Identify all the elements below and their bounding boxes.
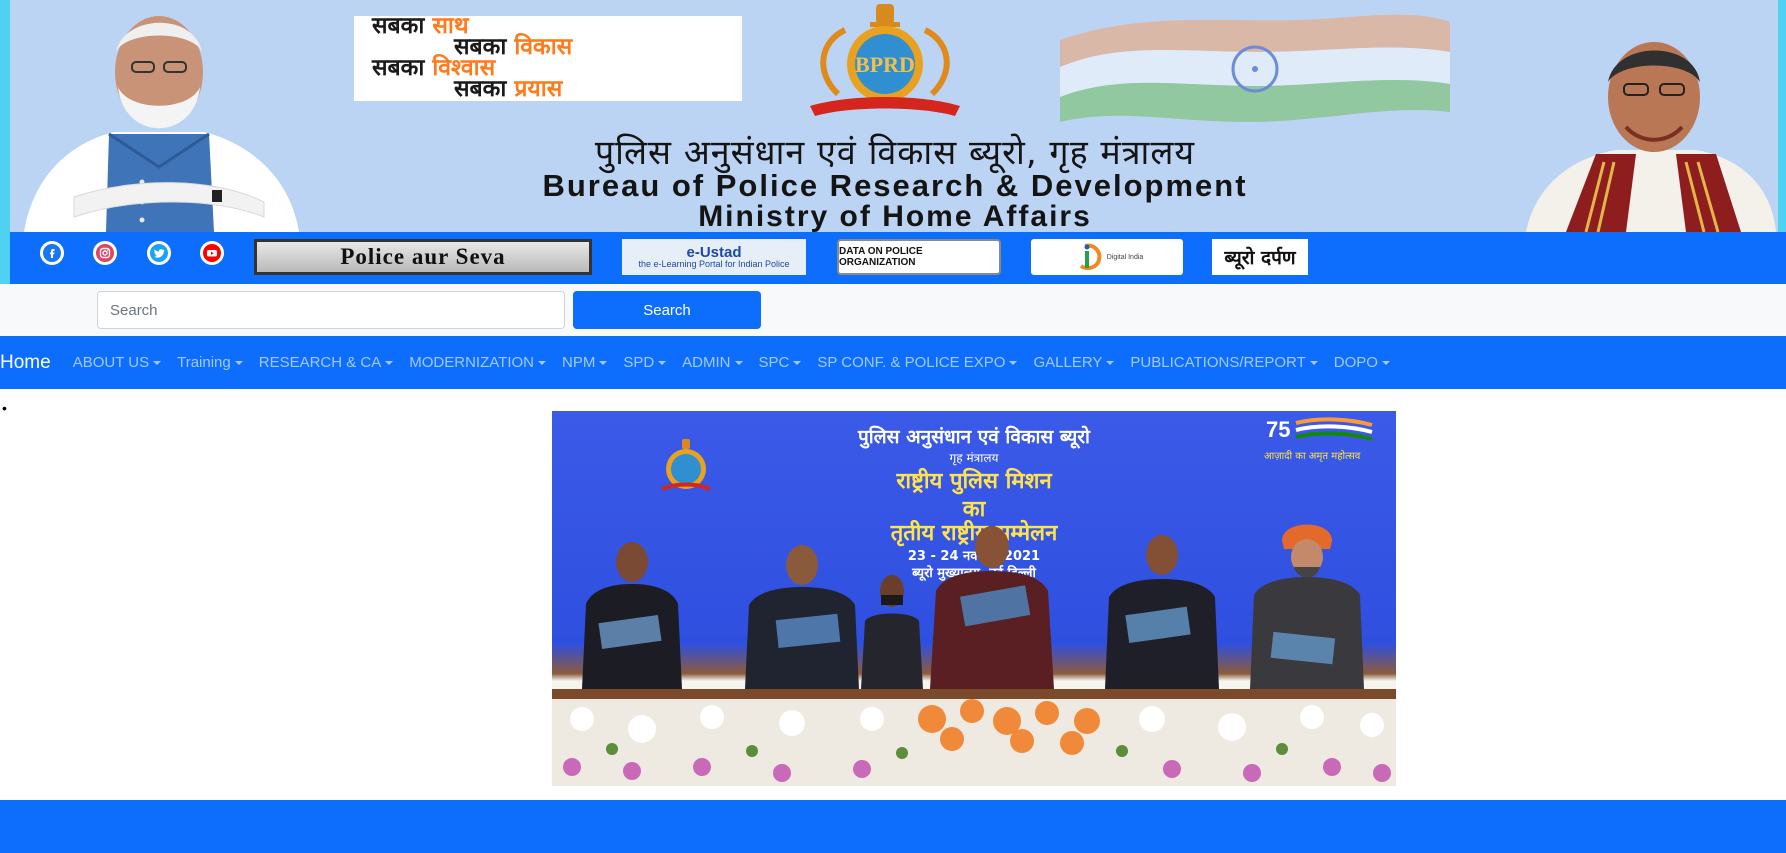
azadi-ka-amrit-mahotsav-logo: 75 आज़ादी का अमृत महोत्सव xyxy=(1264,417,1373,462)
caret-down-icon xyxy=(599,360,608,365)
nav-sp-conf-police-expo[interactable]: SP CONF. & POLICE EXPO xyxy=(817,354,1018,371)
nav-research-ca[interactable]: RESEARCH & CA xyxy=(259,354,394,371)
slogan-l2b: विकास xyxy=(514,34,573,60)
caret-down-icon xyxy=(1309,360,1318,365)
person-figure xyxy=(930,526,1054,689)
facebook-icon[interactable] xyxy=(40,241,64,265)
list-bullet: • xyxy=(2,400,7,416)
nav-npm-label: NPM xyxy=(561,354,596,371)
nav-sp-conf-label: SP CONF. & POLICE EXPO xyxy=(817,354,1006,371)
caret-down-icon xyxy=(734,360,743,365)
slogan-l4b: प्रयास xyxy=(514,76,563,102)
nav-research-ca-label: RESEARCH & CA xyxy=(258,354,382,371)
emblem-text: BPRD xyxy=(855,52,915,77)
search-input[interactable] xyxy=(97,291,565,329)
twitter-icon[interactable] xyxy=(147,241,171,265)
bprd-emblem-logo: BPRD xyxy=(810,4,960,116)
azadi-text: आज़ादी का अमृत महोत्सव xyxy=(1264,450,1361,462)
page: सबका साथ सबका विकास सबका विश्वास सबका प्… xyxy=(0,0,1786,853)
nav-publications-label: PUBLICATIONS/REPORT xyxy=(1130,354,1306,371)
nav-gallery[interactable]: GALLERY xyxy=(1033,354,1115,371)
caret-down-icon xyxy=(1381,360,1390,365)
header-banner: सबका साथ सबका विकास सबका विश्वास सबका प्… xyxy=(0,0,1786,232)
slogan-l3a: सबका xyxy=(372,55,433,81)
nav-npm[interactable]: NPM xyxy=(561,354,608,371)
digital-india-logo-icon xyxy=(1079,243,1102,270)
photo-heading-line3: राष्ट्रीय पुलिस मिशन xyxy=(896,469,1052,494)
bureau-darpan-link[interactable]: ब्यूरो दर्पण xyxy=(1212,239,1308,275)
nav-spc[interactable]: SPC xyxy=(759,354,802,371)
nav-about-us-label: ABOUT US xyxy=(72,354,150,371)
nav-modernization-label: MODERNIZATION xyxy=(409,354,534,371)
digital-india-link[interactable]: Digital India xyxy=(1031,239,1183,275)
main-navbar: Home ABOUT US Training RESEARCH & CA MOD… xyxy=(0,336,1786,389)
nav-dopo[interactable]: DOPO xyxy=(1334,354,1390,371)
title-english-line2: Ministry of Home Affairs xyxy=(698,200,1092,232)
nav-training[interactable]: Training xyxy=(177,354,243,371)
nav-modernization[interactable]: MODERNIZATION xyxy=(409,354,546,371)
search-button[interactable]: Search xyxy=(573,291,761,329)
caret-down-icon xyxy=(1009,360,1018,365)
nav-home[interactable]: Home xyxy=(0,352,51,374)
data-on-police-organization-link[interactable]: DATA ON POLICE ORGANIZATION xyxy=(837,239,1001,275)
slogan-l1a: सबका xyxy=(372,13,433,39)
person-figure xyxy=(1105,535,1219,689)
caret-down-icon xyxy=(1106,360,1115,365)
caret-down-icon xyxy=(537,360,546,365)
slogan-panel: सबका साथ सबका विकास सबका विश्वास सबका प्… xyxy=(354,13,742,102)
person-figure xyxy=(582,542,682,689)
e-ustad-subtitle: the e-Learning Portal for Indian Police xyxy=(638,259,790,269)
nav-about-us[interactable]: ABOUT US xyxy=(72,354,162,371)
nav-spd[interactable]: SPD xyxy=(623,354,667,371)
person-figure xyxy=(1250,524,1364,689)
e-ustad-link[interactable]: e-Ustad the e-Learning Portal for Indian… xyxy=(622,239,806,275)
footer-bar xyxy=(0,800,1786,853)
nav-admin-label: ADMIN xyxy=(682,354,731,371)
e-ustad-title: e-Ustad xyxy=(686,244,742,261)
police-aur-seva-link[interactable]: Police aur Seva xyxy=(254,239,592,275)
nav-spd-label: SPD xyxy=(623,354,655,371)
caret-down-icon xyxy=(385,360,394,365)
carousel-photo[interactable]: पुलिस अनुसंधान एवं विकास ब्यूरो गृह मंत्… xyxy=(552,411,1396,786)
caret-down-icon xyxy=(658,360,667,365)
indian-flag-graphic xyxy=(1060,14,1450,122)
search-bar: Search xyxy=(0,284,1786,336)
caret-down-icon xyxy=(793,360,802,365)
caret-down-icon xyxy=(234,360,243,365)
flower-decorated-table xyxy=(552,689,1396,786)
nav-gallery-label: GALLERY xyxy=(1033,354,1103,371)
prime-minister-portrait xyxy=(24,16,299,232)
person-figure xyxy=(861,575,923,689)
nav-spc-label: SPC xyxy=(758,354,790,371)
digital-india-label: Digital India xyxy=(1106,253,1144,261)
nav-training-label: Training xyxy=(177,354,231,371)
person-figure xyxy=(745,545,859,689)
slogan-l4a: सबका xyxy=(454,76,515,102)
links-bar: Police aur Seva e-Ustad the e-Learning P… xyxy=(0,232,1786,284)
nav-dopo-label: DOPO xyxy=(1333,354,1378,371)
azadi-75-number: 75 xyxy=(1266,417,1290,442)
title-english-line1: Bureau of Police Research & Development xyxy=(542,168,1248,203)
instagram-icon[interactable] xyxy=(93,241,117,265)
caret-down-icon xyxy=(153,360,162,365)
youtube-icon[interactable] xyxy=(200,241,224,265)
nav-publications-report[interactable]: PUBLICATIONS/REPORT xyxy=(1130,354,1318,371)
home-minister-portrait xyxy=(1526,42,1776,232)
nav-admin[interactable]: ADMIN xyxy=(682,354,743,371)
